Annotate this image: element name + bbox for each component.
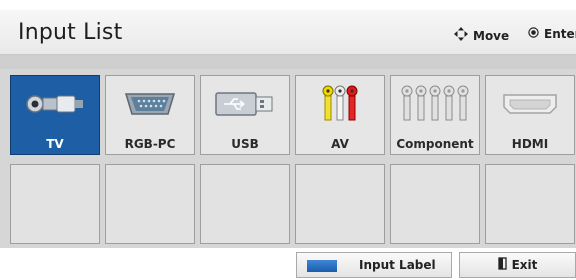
input-grid: TV RGB-PC USB AV Component HDMI <box>0 69 576 248</box>
enter-hint-label: Enter <box>544 27 576 41</box>
input-label-av: AV <box>331 137 349 151</box>
page-title: Input List <box>18 20 123 45</box>
exit-button[interactable]: Exit <box>459 252 576 278</box>
input-tile-component[interactable]: Component <box>390 75 480 155</box>
dpad-icon <box>454 27 468 44</box>
input-label-button[interactable]: Input Label <box>296 252 452 278</box>
input-tile-av[interactable]: AV <box>295 75 385 155</box>
ok-button-icon <box>528 27 539 41</box>
input-label-usb: USB <box>231 137 259 151</box>
move-hint-label: Move <box>473 28 510 43</box>
input-label-button-text: Input Label <box>359 258 436 272</box>
input-label-hdmi: HDMI <box>511 137 549 151</box>
component-plugs-icon <box>391 84 479 124</box>
exit-door-icon <box>497 257 507 273</box>
usb-plug-icon <box>201 84 289 124</box>
input-label-component: Component <box>396 137 474 151</box>
enter-hint: Enter <box>528 27 576 41</box>
header-bar: Input List Move Enter <box>0 10 576 55</box>
top-strip <box>0 0 576 10</box>
blue-key-icon <box>307 260 337 272</box>
empty-slot <box>295 164 385 244</box>
input-tile-rgb-pc[interactable]: RGB-PC <box>105 75 195 155</box>
input-label-tv: TV <box>46 137 64 151</box>
separator-band <box>0 55 576 69</box>
exit-button-text: Exit <box>511 258 538 272</box>
input-tile-hdmi[interactable]: HDMI <box>485 75 575 155</box>
empty-slot <box>10 164 100 244</box>
input-tile-tv[interactable]: TV <box>10 75 100 155</box>
footer-bar: Input Label Exit <box>0 248 576 280</box>
input-tile-usb[interactable]: USB <box>200 75 290 155</box>
move-hint: Move <box>454 27 509 44</box>
empty-slot <box>105 164 195 244</box>
vga-port-icon <box>106 84 194 124</box>
empty-slot <box>390 164 480 244</box>
rca-plugs-icon <box>296 84 384 124</box>
antenna-plug-icon <box>11 84 99 124</box>
empty-slot <box>200 164 290 244</box>
hdmi-port-icon <box>486 84 574 124</box>
empty-slot <box>485 164 575 244</box>
input-label-rgb-pc: RGB-PC <box>124 137 176 151</box>
